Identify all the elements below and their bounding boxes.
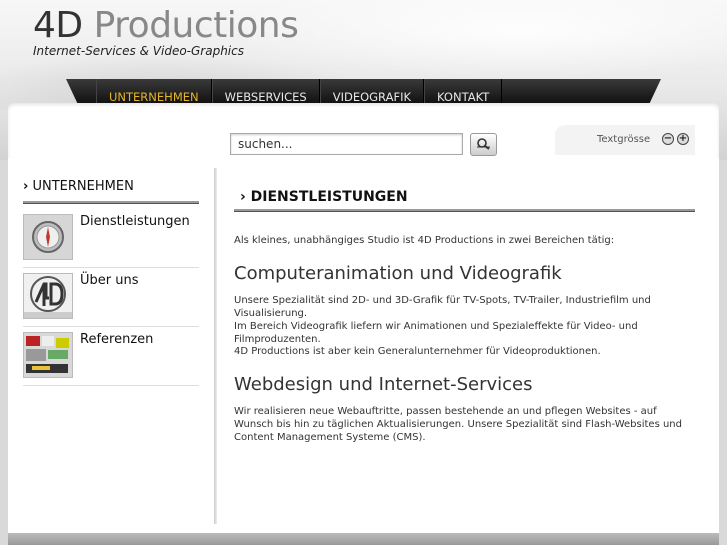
sidebar-item-label: Dienstleistungen [80, 214, 190, 229]
textsize-increase-button[interactable]: + [677, 133, 689, 145]
page-title: › DIENSTLEISTUNGEN [240, 189, 408, 205]
references-collage-icon [23, 332, 73, 378]
section-paragraph: Unsere Spezialität sind 2D- und 3D-Grafi… [234, 295, 651, 319]
sidebar-item-label: Referenzen [80, 332, 154, 347]
logo-tagline: Internet-Services & Video-Graphics [33, 44, 244, 58]
section-paragraph: 4D Productions ist aber kein Generalunte… [234, 346, 601, 357]
logo-4d: 4D [33, 5, 83, 46]
intro-text: Als kleines, unabhängiges Studio ist 4D … [234, 235, 615, 246]
section-paragraph: Im Bereich Videografik liefern wir Anima… [234, 321, 638, 345]
page-title-rule [234, 209, 695, 212]
sidebar-item-label: Über uns [80, 273, 139, 288]
logo-productions: Productions [93, 5, 299, 46]
sidebar-item-dienstleistungen[interactable]: Dienstleistungen [23, 209, 199, 268]
chevron-right-icon: › [240, 189, 246, 205]
sidebar-item-ueber-uns[interactable]: Über uns [23, 268, 199, 327]
section-heading-computeranimation: Computeranimation und Videografik [234, 263, 562, 284]
section-heading-webdesign: Webdesign und Internet-Services [234, 374, 533, 395]
section-paragraph: Wir realisieren neue Webauftritte, passe… [234, 406, 682, 443]
page-title-text: DIENSTLEISTUNGEN [250, 189, 408, 205]
search-button[interactable] [470, 133, 497, 156]
compass-icon [23, 214, 73, 260]
sidebar-title: › UNTERNEHMEN [23, 179, 134, 194]
textsize-decrease-button[interactable]: − [662, 133, 674, 145]
search-icon [477, 138, 490, 150]
sidebar-title-text: UNTERNEHMEN [32, 179, 134, 194]
footer-bar [8, 533, 719, 545]
textsize-label: Textgrösse [597, 134, 651, 145]
sidebar-item-referenzen[interactable]: Referenzen [23, 327, 199, 386]
chevron-right-icon: › [23, 179, 29, 194]
sidebar-divider [214, 168, 217, 524]
search-input[interactable] [230, 133, 463, 155]
sidebar-title-rule [23, 201, 199, 204]
logo[interactable]: 4D Productions [33, 5, 299, 46]
4d-logo-icon [23, 273, 73, 319]
